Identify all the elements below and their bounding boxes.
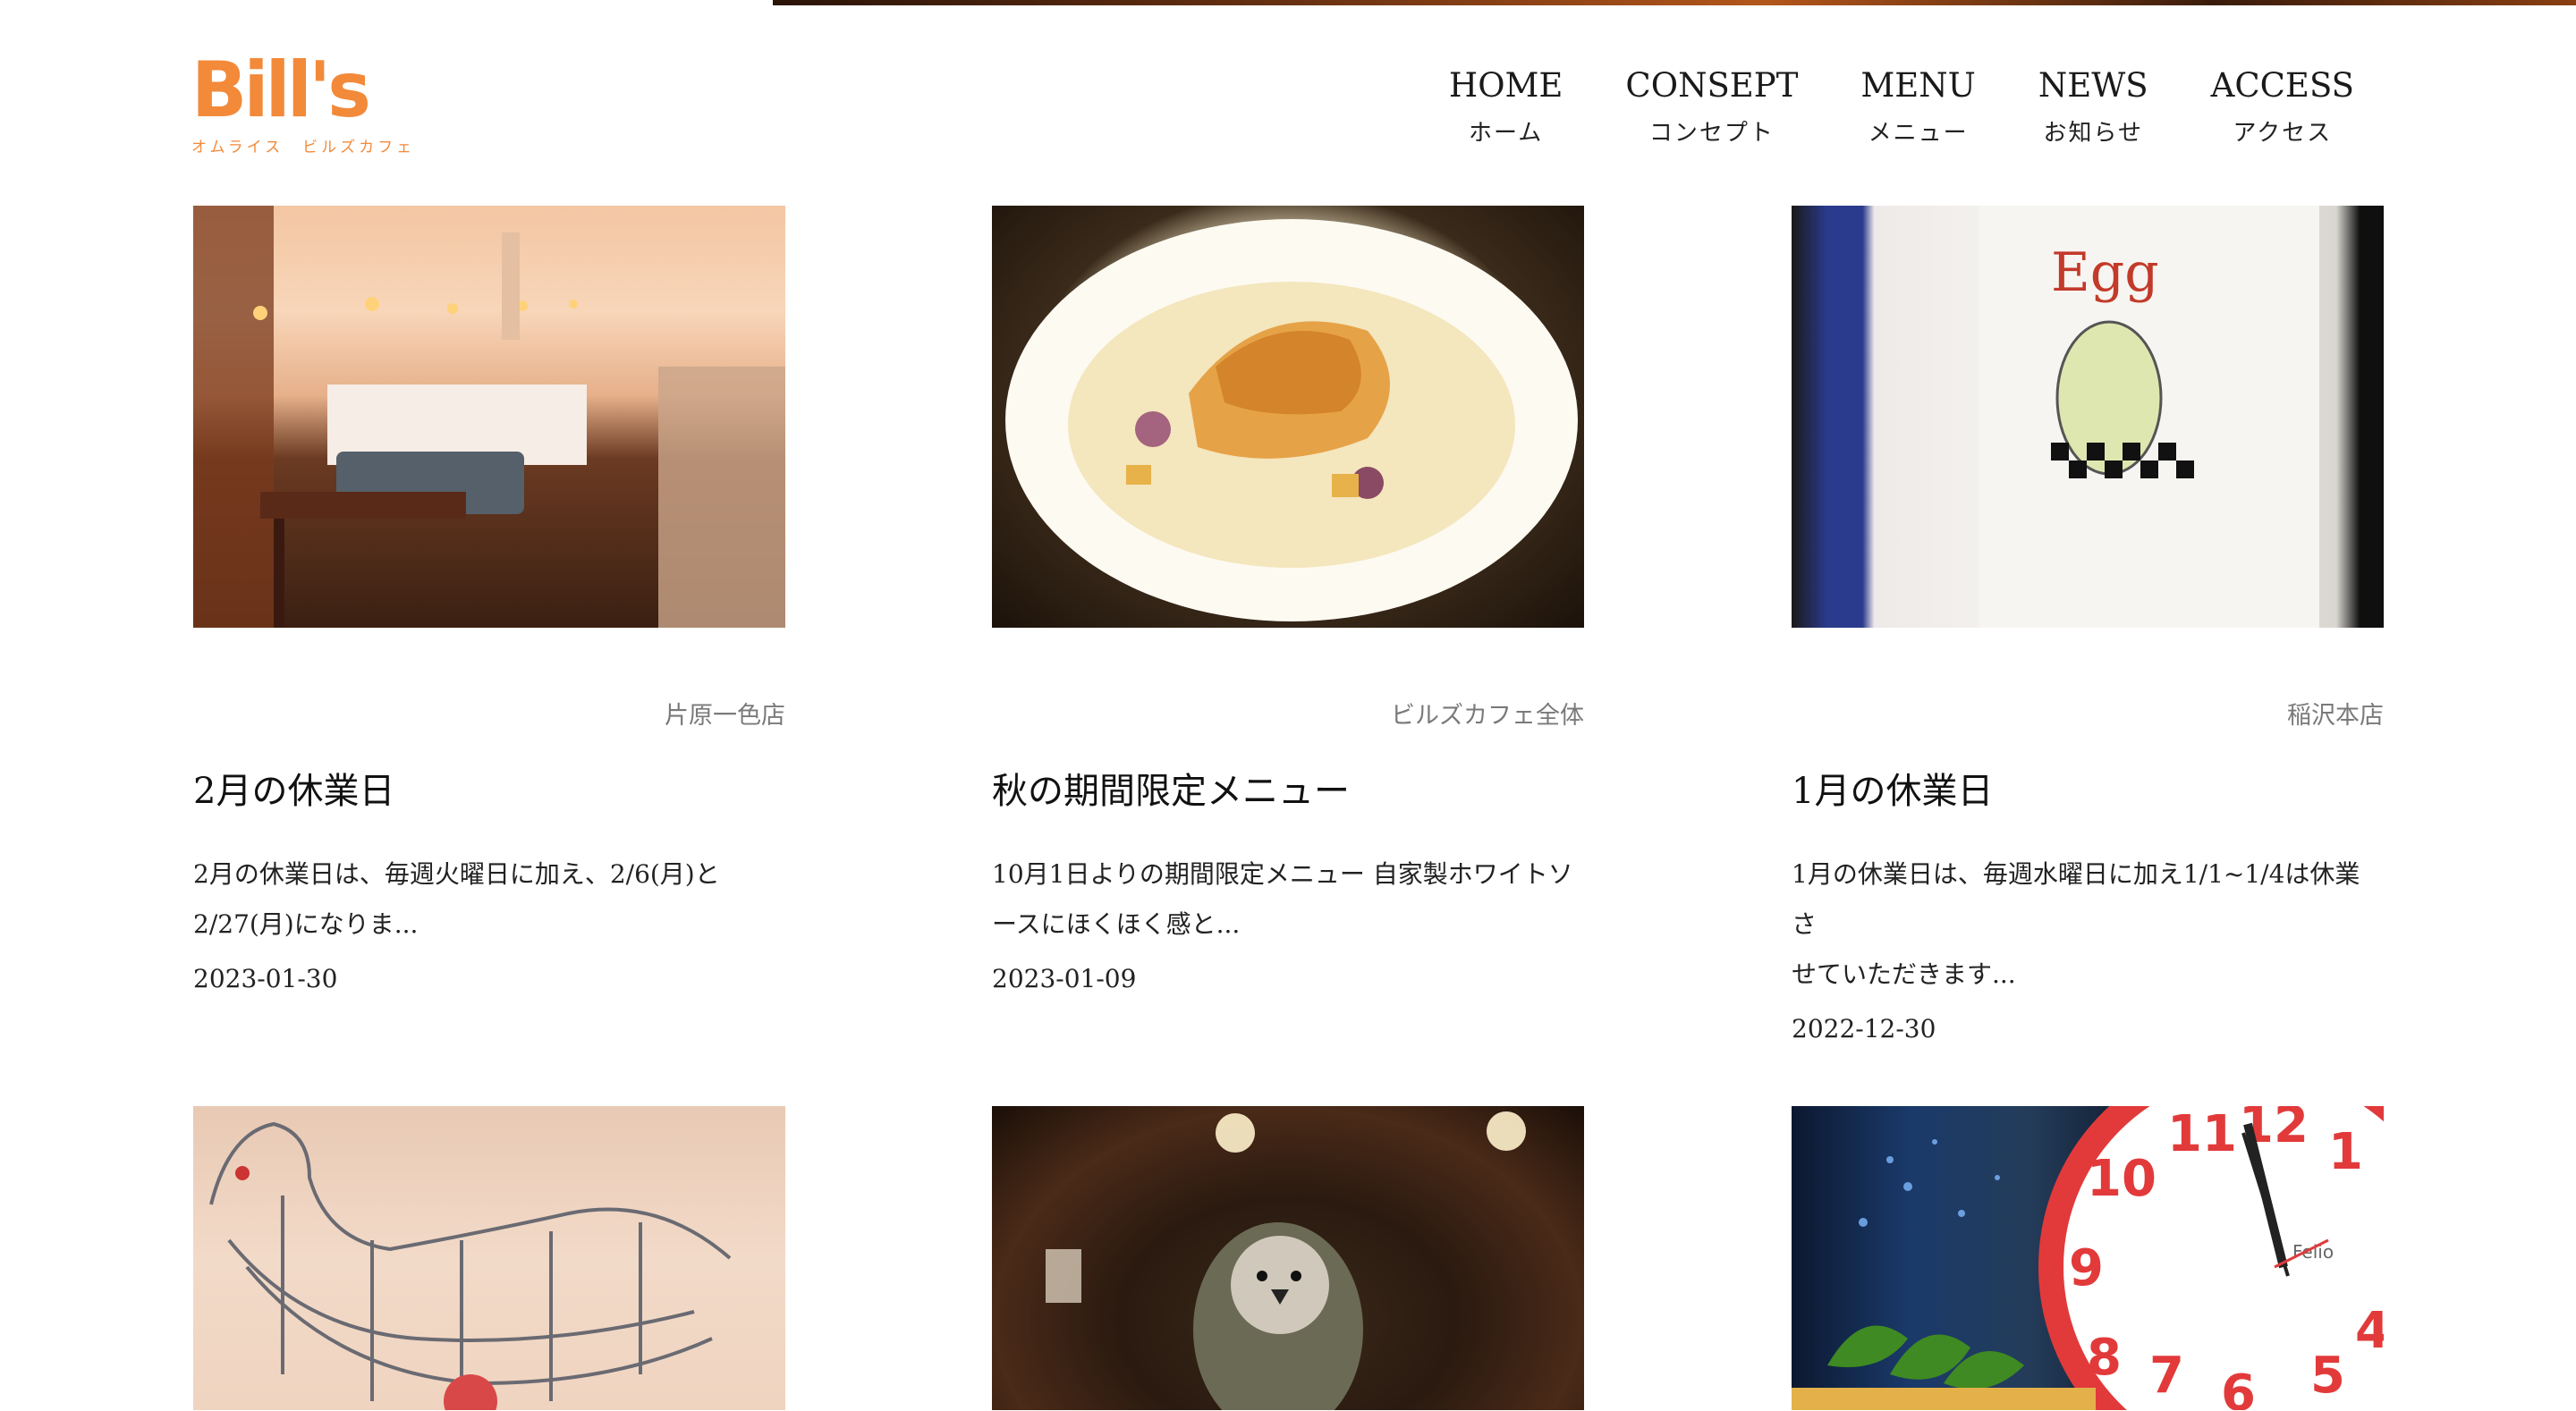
egg-print-text: Egg bbox=[2051, 241, 2159, 304]
main-nav: HOME ホーム CONSEPT コンセプト MENU メニュー NEWS お知… bbox=[1449, 66, 2354, 148]
news-excerpt: 10月1日よりの期間限定メニュー 自家製ホワイトソ ースにほくほく感と... bbox=[992, 849, 1584, 950]
svg-text:1: 1 bbox=[2328, 1123, 2363, 1181]
svg-text:9: 9 bbox=[2069, 1239, 2104, 1297]
wire-hen-illustration bbox=[209, 1121, 732, 1410]
logo-wordmark: Bill's bbox=[191, 46, 371, 135]
news-card[interactable]: 片原一色店 2月の休業日 2月の休業日は、毎週火曜日に加え、2/6(月)と 2/… bbox=[193, 206, 785, 993]
egg-print-illustration: Egg bbox=[1979, 206, 2319, 628]
news-excerpt-line: 2月の休業日は、毎週火曜日に加え、2/6(月)と bbox=[193, 859, 720, 889]
nav-label-en: HOME bbox=[1448, 66, 1563, 105]
nav-label-en: NEWS bbox=[2038, 66, 2148, 105]
news-date: 2022-12-30 bbox=[1792, 1014, 1936, 1043]
news-card[interactable]: Egg 稲沢本店 1月の休業日 1月の休業日は、毎週水曜日に加え1/1~1/4は… bbox=[1792, 206, 2384, 1043]
plate-illustration bbox=[1005, 219, 1578, 621]
nav-label-ja: お知らせ bbox=[2043, 120, 2143, 147]
news-excerpt: 2月の休業日は、毎週火曜日に加え、2/6(月)と 2/27(月)になりま... bbox=[193, 849, 785, 950]
clock-illustration: 10 11 12 1 9 8 7 6 5 4 Felio bbox=[1792, 1106, 2384, 1410]
news-thumbnail-omurice-plate[interactable] bbox=[992, 206, 1584, 628]
clock-brand-text: Felio bbox=[2292, 1241, 2334, 1263]
nav-concept[interactable]: CONSEPT コンセプト bbox=[1625, 66, 1798, 148]
svg-text:10: 10 bbox=[2087, 1150, 2157, 1208]
news-excerpt-line: せていただきます... bbox=[1792, 959, 2016, 989]
site-logo[interactable]: Bill's オムライス ビルズカフェ bbox=[191, 46, 416, 177]
logo-subtitle: オムライス ビルズカフェ bbox=[191, 139, 416, 156]
svg-text:6: 6 bbox=[2221, 1365, 2256, 1410]
news-excerpt-line: 1月の休業日は、毎週水曜日に加え1/1~1/4は休業さ bbox=[1792, 859, 2360, 939]
owl-illustration bbox=[1046, 1111, 1526, 1410]
news-title[interactable]: 1月の休業日 bbox=[1792, 762, 2384, 814]
nav-home[interactable]: HOME ホーム bbox=[1449, 66, 1563, 148]
news-thumbnail-egg-print[interactable]: Egg bbox=[1792, 206, 2384, 628]
news-excerpt: 1月の休業日は、毎週水曜日に加え1/1~1/4は休業さ せていただきます... bbox=[1792, 849, 2384, 1000]
news-date: 2023-01-30 bbox=[193, 964, 338, 993]
nav-label-ja: コンセプト bbox=[1648, 120, 1775, 147]
news-excerpt-line: 10月1日よりの期間限定メニュー 自家製ホワイトソ bbox=[992, 859, 1573, 889]
nav-label-en: CONSEPT bbox=[1625, 66, 1799, 105]
nav-label-en: MENU bbox=[1860, 66, 1976, 105]
hero-image-strip bbox=[773, 0, 2576, 5]
interior-illustration bbox=[193, 206, 785, 628]
news-store-tag[interactable]: ビルズカフェ全体 bbox=[992, 696, 1584, 730]
news-excerpt-line: ースにほくほく感と... bbox=[992, 909, 1241, 939]
news-thumbnail-restaurant-interior[interactable] bbox=[193, 206, 785, 628]
nav-label-ja: アクセス bbox=[2233, 120, 2333, 147]
svg-text:7: 7 bbox=[2149, 1347, 2184, 1405]
nav-label-ja: メニュー bbox=[1868, 120, 1969, 147]
nav-label-ja: ホーム bbox=[1469, 120, 1544, 147]
news-thumbnail-wall-clock[interactable]: 10 11 12 1 9 8 7 6 5 4 Felio bbox=[1792, 1106, 2384, 1410]
news-thumbnail-wire-hen[interactable] bbox=[193, 1106, 785, 1410]
news-store-tag[interactable]: 稲沢本店 bbox=[1792, 696, 2384, 730]
news-title[interactable]: 秋の期間限定メニュー bbox=[992, 762, 1584, 814]
news-thumbnail-owl-figure[interactable] bbox=[992, 1106, 1584, 1410]
svg-text:8: 8 bbox=[2087, 1329, 2122, 1387]
news-excerpt-line: 2/27(月)になりま... bbox=[193, 909, 419, 939]
svg-text:5: 5 bbox=[2310, 1347, 2345, 1405]
svg-text:4: 4 bbox=[2355, 1302, 2384, 1360]
news-date: 2023-01-09 bbox=[992, 964, 1137, 993]
nav-label-en: ACCESS bbox=[2210, 66, 2354, 105]
news-title[interactable]: 2月の休業日 bbox=[193, 762, 785, 814]
nav-news[interactable]: NEWS お知らせ bbox=[2038, 66, 2148, 148]
news-store-tag[interactable]: 片原一色店 bbox=[193, 696, 785, 730]
svg-text:11: 11 bbox=[2167, 1106, 2237, 1163]
news-card[interactable]: ビルズカフェ全体 秋の期間限定メニュー 10月1日よりの期間限定メニュー 自家製… bbox=[992, 206, 1584, 993]
nav-access[interactable]: ACCESS アクセス bbox=[2211, 66, 2354, 148]
nav-menu[interactable]: MENU メニュー bbox=[1860, 66, 1975, 148]
